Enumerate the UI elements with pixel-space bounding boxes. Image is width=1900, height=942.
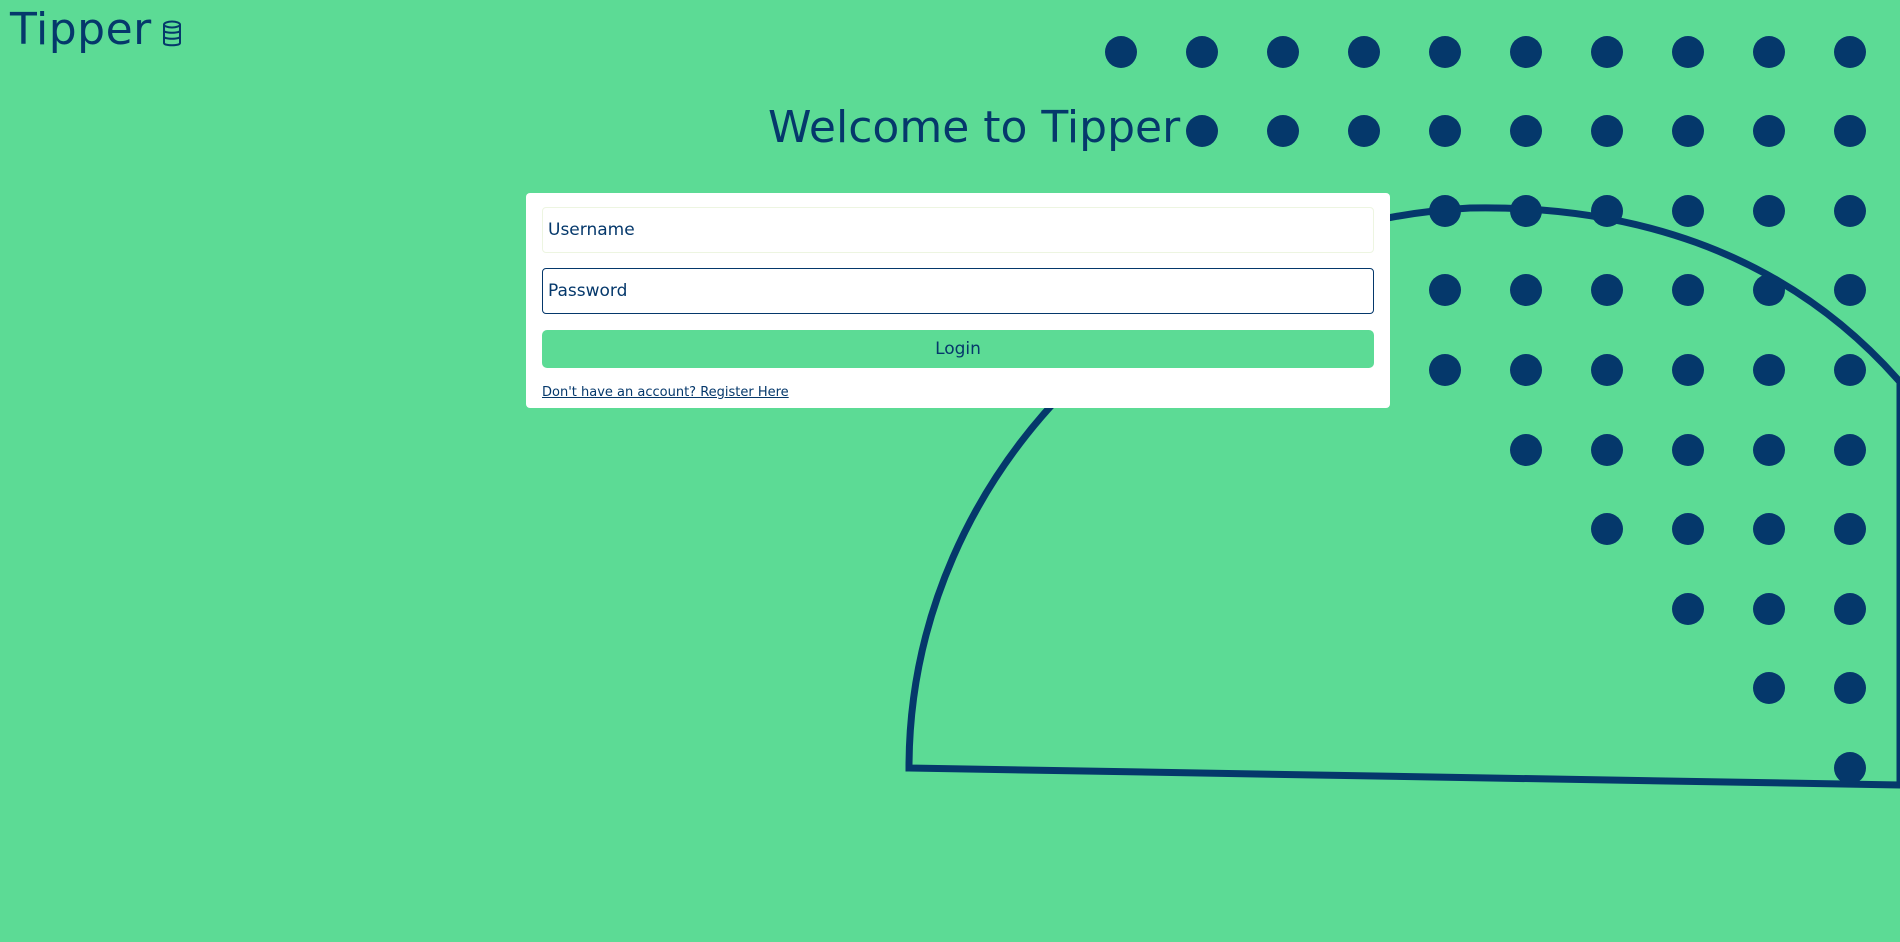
decorative-dot [1753, 36, 1785, 68]
dot-grid [1105, 36, 1866, 784]
decorative-dot [1672, 513, 1704, 545]
decorative-dot [1753, 672, 1785, 704]
decorative-dot [1429, 274, 1461, 306]
decorative-dot [1753, 593, 1785, 625]
decorative-dot [1510, 36, 1542, 68]
decorative-dot [1834, 672, 1866, 704]
decorative-dot [1591, 354, 1623, 386]
decorative-dot [1753, 513, 1785, 545]
decorative-dot [1672, 115, 1704, 147]
decorative-dot [1429, 195, 1461, 227]
decorative-dot [1834, 513, 1866, 545]
password-input[interactable] [542, 268, 1374, 314]
login-button[interactable]: Login [542, 330, 1374, 368]
decorative-dot [1753, 354, 1785, 386]
decorative-dot [1672, 593, 1704, 625]
decorative-dot [1753, 274, 1785, 306]
decorative-dot [1429, 115, 1461, 147]
decorative-dot [1753, 115, 1785, 147]
coins-stack-icon [162, 20, 181, 47]
brand-logo-link[interactable]: Tipper [10, 8, 182, 52]
decorative-dot [1834, 752, 1866, 784]
decorative-dot [1510, 354, 1542, 386]
login-page: Tipper Welcome to Tipper Login Don't hav… [0, 0, 1900, 942]
decorative-dot [1186, 115, 1218, 147]
decorative-dot [1591, 36, 1623, 68]
decorative-dot [1267, 115, 1299, 147]
decorative-dot [1591, 274, 1623, 306]
decorative-dot [1672, 354, 1704, 386]
decorative-dot [1591, 115, 1623, 147]
decorative-dot [1753, 434, 1785, 466]
decorative-dot [1672, 274, 1704, 306]
decorative-dot [1834, 195, 1866, 227]
page-title: Welcome to Tipper [768, 102, 1181, 153]
decorative-dot [1429, 36, 1461, 68]
decorative-dot [1510, 195, 1542, 227]
decorative-dot [1834, 434, 1866, 466]
decorative-dot [1510, 274, 1542, 306]
register-link[interactable]: Don't have an account? Register Here [542, 385, 789, 400]
decorative-dot [1672, 434, 1704, 466]
decorative-dot [1834, 593, 1866, 625]
decorative-dot [1834, 115, 1866, 147]
decorative-dot [1753, 195, 1785, 227]
login-form: Login Don't have an account? Register He… [526, 193, 1390, 408]
decorative-dot [1672, 36, 1704, 68]
decorative-dot [1834, 36, 1866, 68]
decorative-dot [1348, 115, 1380, 147]
decorative-dot [1672, 195, 1704, 227]
decorative-dot [1591, 195, 1623, 227]
decorative-dot [1591, 513, 1623, 545]
decorative-dot [1834, 274, 1866, 306]
username-input[interactable] [542, 207, 1374, 253]
decorative-dot [1429, 354, 1461, 386]
decorative-dot [1105, 36, 1137, 68]
brand-name: Tipper [10, 4, 152, 55]
decorative-dot [1267, 36, 1299, 68]
decorative-dot [1348, 36, 1380, 68]
decorative-dot [1510, 115, 1542, 147]
decorative-dot [1186, 36, 1218, 68]
decorative-dot [1510, 434, 1542, 466]
decorative-dot [1591, 434, 1623, 466]
decorative-dot [1834, 354, 1866, 386]
